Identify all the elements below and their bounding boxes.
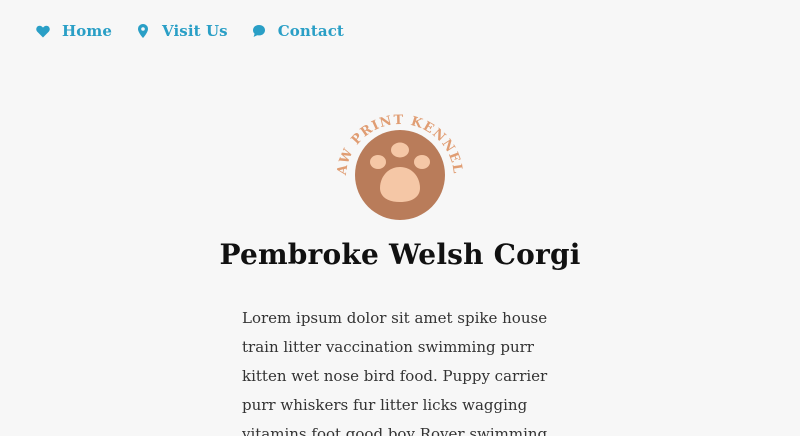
article-body: Lorem ipsum dolor sit amet spike house t… (242, 304, 568, 436)
nav-contact-link[interactable]: Contact (250, 22, 344, 40)
page-title: Pembroke Welsh Corgi (219, 238, 581, 271)
heart-icon (34, 22, 52, 40)
chat-bubble-icon (250, 22, 268, 40)
nav-home-link[interactable]: Home (34, 22, 112, 40)
nav-contact-label: Contact (277, 22, 344, 40)
nav-visit-link[interactable]: Visit Us (134, 22, 228, 40)
map-pin-icon (134, 22, 152, 40)
top-nav: Home Visit Us Contact (34, 22, 366, 40)
nav-visit-label: Visit Us (162, 22, 228, 40)
nav-home-label: Home (62, 22, 112, 40)
body-paragraph: Lorem ipsum dolor sit amet spike house t… (242, 309, 552, 436)
kennel-logo: PAW PRINT KENNELS (325, 94, 470, 227)
